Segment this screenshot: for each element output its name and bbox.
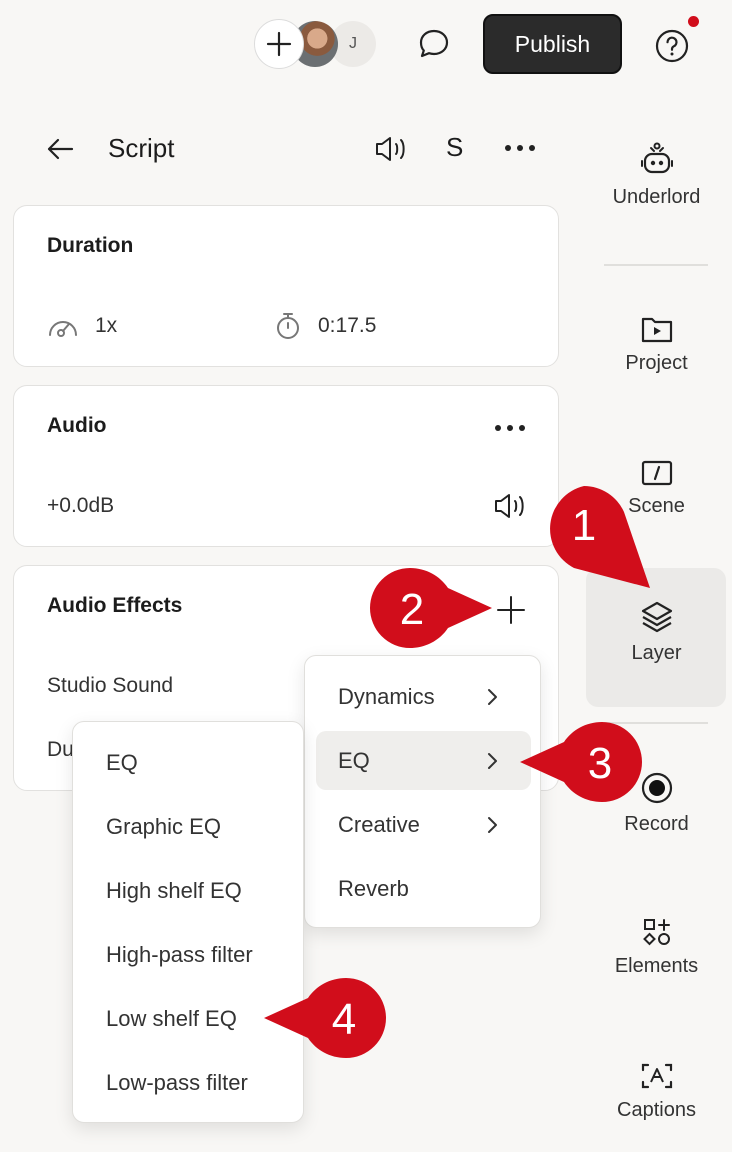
layers-icon <box>641 601 672 633</box>
comment-bubble-icon <box>419 29 449 58</box>
effect-item-second[interactable]: Du <box>47 738 74 762</box>
menu-item-reverb[interactable]: Reverb <box>338 876 409 902</box>
volume-button[interactable] <box>373 133 409 165</box>
callout-2-label: 2 <box>400 585 424 634</box>
arrow-left-icon <box>47 138 74 160</box>
audio-card: Audio +0.0dB <box>13 385 559 547</box>
plus-icon <box>266 31 292 57</box>
help-circle-icon <box>655 29 689 63</box>
more-options-button[interactable] <box>502 138 538 158</box>
rail-item-elements[interactable]: Elements <box>588 917 725 978</box>
chevron-right-icon <box>488 817 497 833</box>
stopwatch-icon <box>277 313 299 339</box>
callout-1-label: 1 <box>572 501 596 550</box>
rail-item-underlord[interactable]: Underlord <box>588 142 725 209</box>
submenu-item-high-shelf-eq[interactable]: High shelf EQ <box>106 878 242 904</box>
duration-card: Duration 1x 0:17.5 <box>13 205 559 367</box>
add-effect-button[interactable] <box>495 594 527 626</box>
back-button[interactable] <box>44 133 76 165</box>
comments-button[interactable] <box>412 24 456 64</box>
add-collaborator-button[interactable] <box>254 19 304 69</box>
audio-title: Audio <box>47 414 107 437</box>
chevron-right-icon <box>488 689 497 705</box>
folder-play-icon <box>641 317 672 343</box>
callout-4-label: 4 <box>332 995 356 1044</box>
submenu-item-graphic-eq[interactable]: Graphic EQ <box>106 814 221 840</box>
callout-3: 3 <box>520 722 642 802</box>
rail-item-layer[interactable]: Layer <box>588 600 725 665</box>
more-horizontal-icon <box>505 145 535 151</box>
robot-icon <box>640 142 673 174</box>
effect-item-studio-sound[interactable]: Studio Sound <box>47 674 173 698</box>
captions-icon <box>641 1063 672 1089</box>
voice-button[interactable]: S <box>446 132 463 163</box>
scene-slash-icon <box>641 460 672 486</box>
menu-item-creative[interactable]: Creative <box>338 812 420 838</box>
help-button[interactable] <box>650 24 694 68</box>
effects-menu: Dynamics EQ Creative Reverb <box>304 655 541 928</box>
publish-button[interactable]: Publish <box>483 14 622 74</box>
audio-gain-value[interactable]: +0.0dB <box>47 494 114 518</box>
shapes-icon <box>642 919 670 946</box>
submenu-item-eq[interactable]: EQ <box>106 750 138 776</box>
speed-gauge-icon <box>49 321 77 337</box>
duration-title: Duration <box>47 234 134 257</box>
eq-submenu: EQ Graphic EQ High shelf EQ High-pass fi… <box>72 721 304 1123</box>
speaker-icon <box>376 137 405 161</box>
duration-value[interactable]: 0:17.5 <box>318 314 376 338</box>
chevron-right-icon <box>488 753 497 769</box>
audio-effects-title: Audio Effects <box>47 594 183 617</box>
submenu-item-high-pass-filter[interactable]: High-pass filter <box>106 942 253 968</box>
rail-item-project[interactable]: Project <box>588 314 725 375</box>
callout-1: 1 <box>550 486 650 588</box>
menu-item-dynamics[interactable]: Dynamics <box>338 684 435 710</box>
speaker-icon[interactable] <box>492 490 528 522</box>
page-title: Script <box>108 133 175 163</box>
notification-dot <box>688 16 699 27</box>
submenu-item-low-pass-filter[interactable]: Low-pass filter <box>106 1070 248 1096</box>
more-horizontal-icon[interactable] <box>492 418 528 438</box>
speed-value[interactable]: 1x <box>95 314 117 338</box>
submenu-item-low-shelf-eq[interactable]: Low shelf EQ <box>106 1006 237 1032</box>
callout-2: 2 <box>370 568 492 648</box>
rail-divider <box>604 264 708 266</box>
rail-item-captions[interactable]: Captions <box>588 1061 725 1122</box>
callout-3-label: 3 <box>588 739 612 788</box>
menu-item-eq[interactable]: EQ <box>338 748 370 774</box>
callout-4: 4 <box>264 978 386 1058</box>
